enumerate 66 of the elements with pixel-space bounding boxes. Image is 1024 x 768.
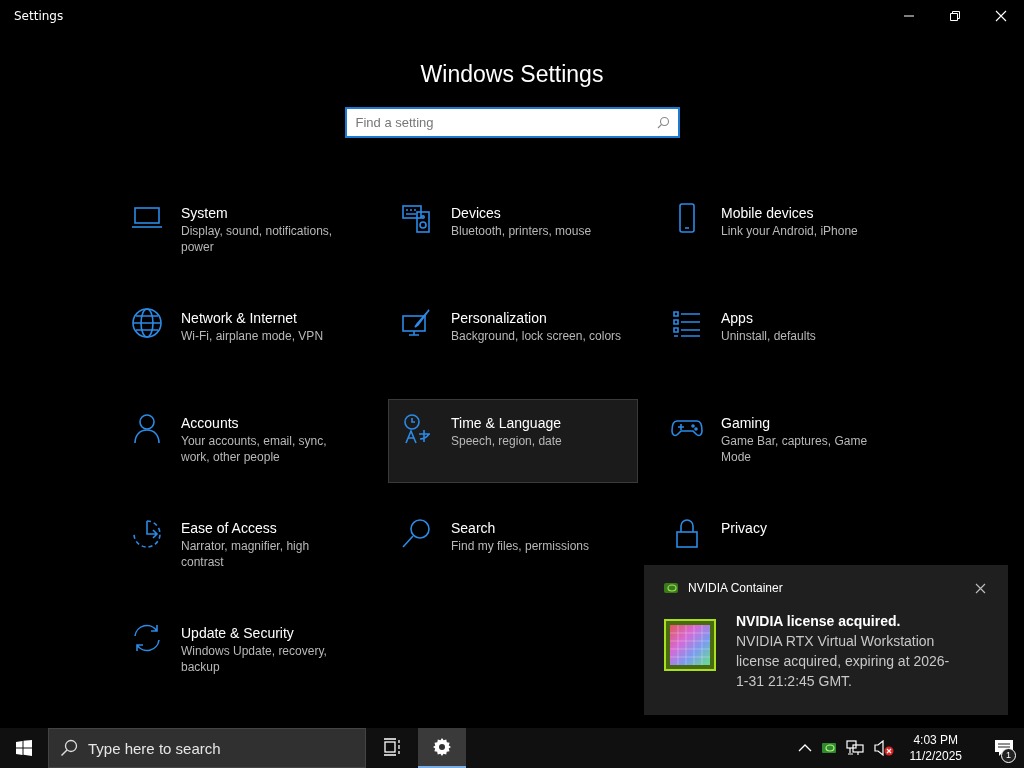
tile-description: Speech, region, date <box>451 433 562 449</box>
tile-description: Wi-Fi, airplane mode, VPN <box>181 328 324 344</box>
taskbar-search-field[interactable]: Type here to search <box>48 728 366 768</box>
page-heading: Windows Settings <box>419 60 605 89</box>
keyboard-speaker-icon <box>401 202 433 234</box>
magnifier-icon <box>401 517 433 549</box>
settings-tile[interactable]: Time & Language Speech, region, date <box>388 399 638 483</box>
settings-tile[interactable]: Accounts Your accounts, email, sync, work, other people <box>118 399 368 483</box>
tile-title: Personalization <box>451 309 548 328</box>
tile-description: Bluetooth, printers, mouse <box>451 223 592 239</box>
eye-logo-icon[interactable] <box>821 743 836 753</box>
tile-title: Apps <box>721 309 754 328</box>
globe-icon <box>131 307 163 339</box>
tile-title: Update & Security <box>181 624 295 643</box>
settings-tile[interactable]: Update & Security Windows Update, recovery, backup <box>118 609 368 693</box>
eye-logo-icon <box>664 583 678 593</box>
windows-logo-icon <box>16 740 32 756</box>
settings-tile[interactable]: Ease of Access Narrator, magnifier, high contrast <box>118 504 368 588</box>
tile-title: Ease of Access <box>181 519 278 538</box>
tile-description: Background, lock screen, colors <box>451 328 622 344</box>
tile-title: Privacy <box>721 519 767 538</box>
settings-taskbar-button[interactable] <box>418 728 466 768</box>
tile-title: Network & Internet <box>181 309 298 328</box>
task-view-icon <box>383 738 401 756</box>
timer-arrow-icon <box>131 517 163 549</box>
tile-title: Time & Language <box>451 414 562 433</box>
tile-title: Mobile devices <box>721 204 815 223</box>
chevron-up-icon[interactable] <box>797 744 812 752</box>
tile-description: Uninstall, defaults <box>721 328 816 344</box>
settings-tile[interactable]: Mobile devices Link your Android, iPhone <box>658 189 908 273</box>
settings-tile[interactable]: Gaming Game Bar, captures, Game Mode <box>658 399 908 483</box>
tile-description: Windows Update, recovery, backup <box>181 643 328 675</box>
settings-tile[interactable]: Devices Bluetooth, printers, mouse <box>388 189 638 273</box>
settings-tile[interactable]: System Display, sound, notifications, power <box>118 189 368 273</box>
network-icon[interactable] <box>845 740 864 756</box>
tile-description: Narrator, magnifier, high contrast <box>181 538 311 570</box>
chip-icon <box>664 619 716 671</box>
person-icon <box>131 412 163 444</box>
notification-title: NVIDIA license acquired. <box>736 612 902 631</box>
tile-title: Search <box>451 519 497 538</box>
settings-tile[interactable]: Search Find my files, permissions <box>388 504 638 588</box>
clock-letters-icon <box>401 412 433 444</box>
search-icon <box>656 116 670 129</box>
settings-tile[interactable]: Personalization Background, lock screen, colors <box>388 294 638 378</box>
gear-icon <box>432 737 452 757</box>
clock-button[interactable]: 4:03 PM 11/2/2025 <box>903 732 968 764</box>
notification-app-name: NVIDIA Container <box>688 581 784 595</box>
muted-speaker-icon[interactable] <box>873 740 894 756</box>
notification-message: NVIDIA RTX Virtual Workstation license acquired, expiring at 2026-1-31 21:2:45 GMT. <box>736 632 951 691</box>
tile-description: Game Bar, captures, Game Mode <box>721 433 869 465</box>
tile-description: Display, sound, notifications, power <box>181 223 334 255</box>
search-field[interactable]: Find a setting <box>344 107 680 138</box>
monitor-brush-icon <box>401 307 433 339</box>
window-title: Settings <box>14 9 64 23</box>
tile-title: Gaming <box>721 414 772 433</box>
tile-description: Find my files, permissions <box>451 538 590 554</box>
notification-count-badge: 1 <box>1001 748 1016 763</box>
close-icon[interactable] <box>975 582 986 594</box>
tile-description: Link your Android, iPhone <box>721 223 858 239</box>
tile-title: Accounts <box>181 414 240 433</box>
tile-title: Devices <box>451 204 502 223</box>
settings-tile[interactable]: Apps Uninstall, defaults <box>658 294 908 378</box>
tile-description: Your accounts, email, sync, work, other people <box>181 433 328 465</box>
settings-tile[interactable]: Network & Internet Wi-Fi, airplane mode, VPN <box>118 294 368 378</box>
sync-arrows-icon <box>131 622 163 654</box>
tile-title: System <box>181 204 229 223</box>
